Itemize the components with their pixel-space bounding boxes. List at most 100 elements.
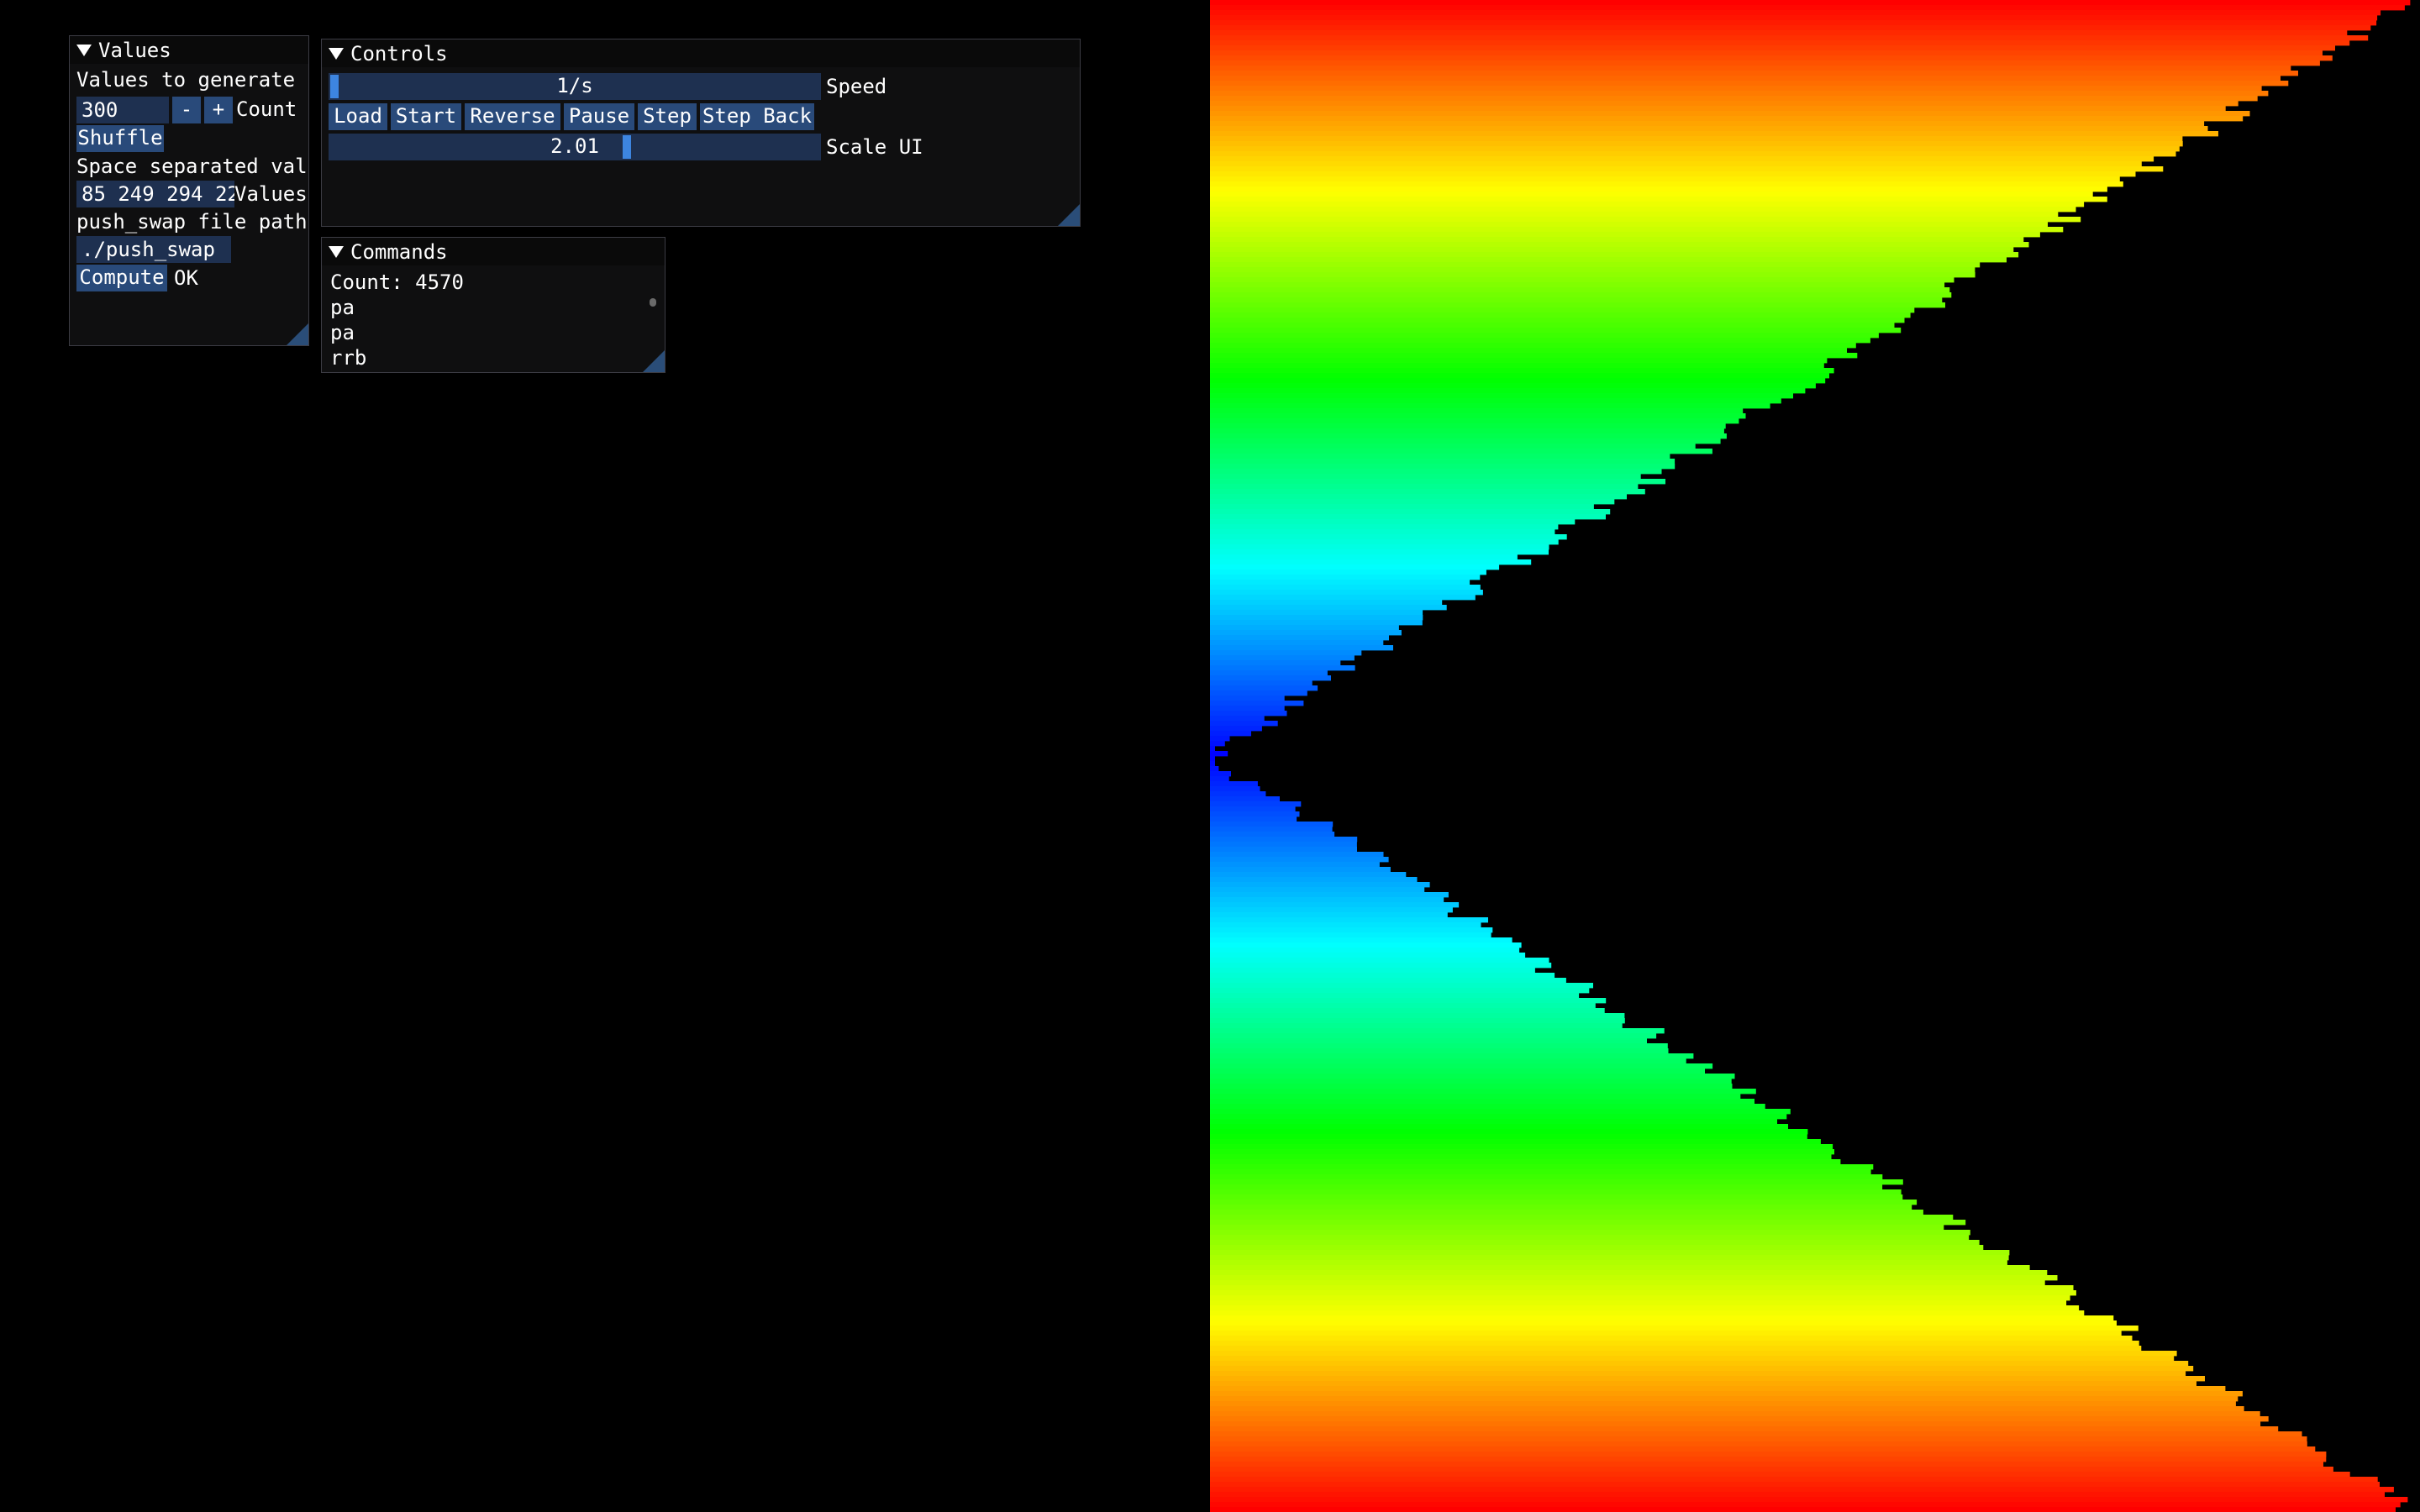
stack-bar: [1210, 1482, 2380, 1488]
speed-slider[interactable]: 1/s: [329, 73, 821, 100]
stack-bar: [1210, 15, 2378, 21]
stack-bar: [1210, 781, 1258, 787]
resize-grip-icon[interactable]: [643, 350, 665, 372]
stack-bar: [1210, 595, 1476, 601]
stack-bar: [1210, 1391, 2243, 1397]
stack-bar: [1210, 867, 1391, 873]
stack-bar: [1210, 922, 1481, 928]
stack-bar: [1210, 1089, 1756, 1095]
stack-bar: [1210, 1139, 1821, 1145]
stack-bar: [1210, 1457, 2327, 1462]
stack-bar: [1210, 665, 1355, 671]
start-button[interactable]: Start: [391, 103, 461, 130]
stack-bar: [1210, 625, 1399, 631]
stack-bar: [1210, 292, 1952, 298]
stack-bar: [1210, 1426, 2279, 1432]
stack-bar: [1210, 655, 1355, 661]
stack-bar: [1210, 403, 1770, 409]
stack-bar: [1210, 489, 1645, 495]
stack-bar: [1210, 529, 1555, 535]
speed-slider-grab[interactable]: [330, 75, 339, 98]
stack-bar: [1210, 1169, 1871, 1175]
resize-grip-icon[interactable]: [287, 323, 308, 345]
stack-bar: [1210, 71, 2298, 76]
stack-bar: [1210, 786, 1260, 792]
stack-bar: [1210, 1310, 2085, 1316]
stack-bar: [1210, 1104, 1765, 1110]
values-label: Values: [234, 182, 308, 206]
stack-bar: [1210, 1215, 1954, 1221]
step-button[interactable]: Step: [638, 103, 697, 130]
scale-slider-grab[interactable]: [623, 135, 631, 159]
stack-bar: [1210, 1038, 1647, 1044]
commands-scrollbar[interactable]: [650, 298, 656, 307]
compute-button[interactable]: Compute: [76, 265, 167, 291]
stack-bar: [1210, 40, 2350, 46]
stack-bar: [1210, 469, 1662, 475]
stack-bar: [1210, 1058, 1686, 1064]
stack-bar: [1210, 696, 1285, 701]
stack-bar: [1210, 1270, 2048, 1276]
command-item[interactable]: pa: [330, 320, 355, 345]
stack-bar: [1210, 1265, 2030, 1271]
count-input[interactable]: 300: [76, 97, 169, 123]
command-item[interactable]: rrb: [330, 345, 366, 370]
stack-bar: [1210, 388, 1806, 394]
resize-grip-icon[interactable]: [1058, 204, 1080, 226]
count-plus-button[interactable]: +: [204, 97, 233, 123]
stack-bar: [1210, 1235, 1970, 1241]
stack-bar: [1210, 958, 1549, 963]
stack-bar: [1210, 45, 2335, 51]
stack-bar: [1210, 1240, 1980, 1246]
stack-bar: [1210, 207, 2076, 213]
step-back-button[interactable]: Step Back: [700, 103, 814, 130]
stack-bar: [1210, 862, 1380, 868]
stack-bar: [1210, 121, 2205, 127]
stack-bar: [1210, 55, 2333, 61]
pause-button[interactable]: Pause: [564, 103, 634, 130]
stack-bar: [1210, 988, 1590, 994]
stack-bar: [1210, 847, 1357, 853]
shuffle-button[interactable]: Shuffle: [76, 125, 164, 152]
stack-bar: [1210, 101, 2238, 107]
stack-bar: [1210, 262, 1981, 268]
stack-bar: [1210, 237, 2024, 243]
command-item[interactable]: pa: [330, 295, 355, 320]
count-minus-button[interactable]: -: [172, 97, 201, 123]
stack-bar: [1210, 454, 1670, 459]
stack-bar: [1210, 1250, 2010, 1256]
load-button[interactable]: Load: [329, 103, 387, 130]
stack-bar: [1210, 1068, 1705, 1074]
reverse-button[interactable]: Reverse: [465, 103, 560, 130]
values-input[interactable]: 85 249 294 22: [76, 181, 234, 207]
stack-bar: [1210, 801, 1302, 807]
scale-slider[interactable]: 2.01: [329, 134, 821, 160]
count-label: Count: [236, 97, 297, 121]
stack-bar: [1210, 267, 1975, 273]
stack-bar: [1210, 564, 1500, 570]
stack-bar: [1210, 227, 2064, 233]
path-input[interactable]: ./push_swap: [76, 236, 231, 263]
stack-bar: [1210, 514, 1606, 520]
stack-bar: [1210, 1164, 1874, 1170]
stack-bar: [1210, 1063, 1713, 1069]
stack-bar: [1210, 217, 2081, 223]
stack-bar: [1210, 449, 1712, 454]
scale-slider-value: 2.01: [550, 134, 599, 158]
stack-bar: [1210, 141, 2183, 147]
stack-bar: [1210, 398, 1781, 404]
stack-bar: [1210, 1290, 2076, 1296]
stack-bar: [1210, 287, 1950, 293]
stack-bar: [1210, 766, 1219, 772]
stack-bar: [1210, 307, 1915, 313]
stack-bar: [1210, 948, 1520, 953]
stack-bar: [1210, 1396, 2238, 1402]
stack-bar: [1210, 524, 1559, 530]
stack-bar: [1210, 1220, 1966, 1226]
stack-bar: [1210, 756, 1215, 762]
stack-bar: [1210, 585, 1481, 591]
stack-bar: [1210, 1013, 1625, 1019]
stack-bar: [1210, 212, 2059, 218]
stack-bar: [1210, 1416, 2269, 1422]
stack-bar: [1210, 580, 1470, 585]
